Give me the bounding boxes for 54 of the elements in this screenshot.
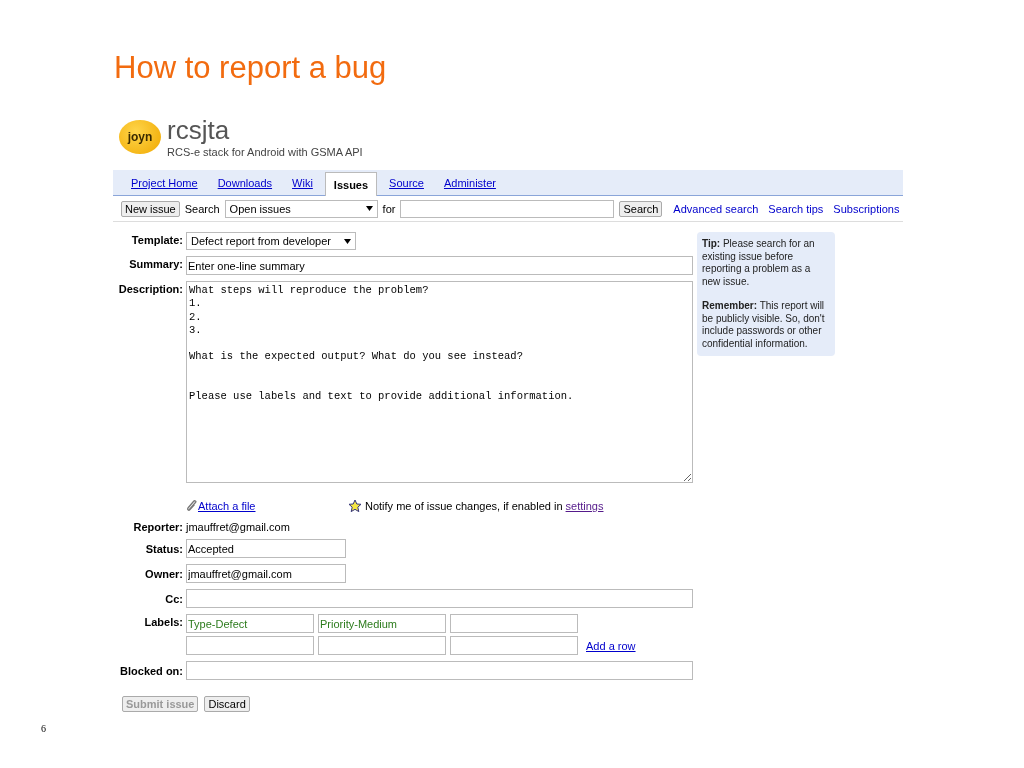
nav-tab[interactable]: Downloads <box>209 177 281 195</box>
add-row-link[interactable]: Add a row <box>586 639 636 652</box>
nav-tab[interactable]: Project Home <box>123 177 206 195</box>
template-dropdown[interactable]: Defect report from developer <box>186 232 356 250</box>
search-link[interactable]: Advanced search <box>673 202 759 215</box>
field-label: Labels: <box>143 615 183 628</box>
search-button[interactable]: Search <box>619 200 663 217</box>
label-field[interactable] <box>450 636 578 655</box>
tip-text: Tip: Please search for an existing issue before reporting a problem as a new issue. <box>702 238 816 288</box>
owner-field[interactable]: jmauffret@gmail.com <box>186 564 346 583</box>
search-label: Search <box>184 202 220 215</box>
for-label: for <box>382 202 396 215</box>
page-number: 6 <box>41 723 46 734</box>
blocked-on-field[interactable] <box>186 661 693 680</box>
cc-field[interactable] <box>186 589 693 608</box>
label-field[interactable]: Type-Defect <box>186 614 314 633</box>
summary-field[interactable]: Enter one-line summary <box>186 256 693 275</box>
field-label: Blocked on: <box>119 664 183 677</box>
paperclip-icon <box>186 500 198 512</box>
scope-dropdown[interactable]: Open issues <box>224 199 378 218</box>
star-icon[interactable] <box>348 499 362 513</box>
caret-icon <box>344 238 351 244</box>
field-label: Description: <box>117 282 183 295</box>
field-label: Summary: <box>128 257 183 270</box>
logo: joyn <box>119 120 161 154</box>
nav-tab[interactable]: Source <box>381 177 432 195</box>
nav-tab[interactable]: Administer <box>435 177 504 195</box>
field-label: Status: <box>144 542 183 555</box>
nav-tab[interactable]: Wiki <box>284 177 321 195</box>
search-link[interactable]: Subscriptions <box>833 202 900 215</box>
label-field[interactable] <box>318 636 446 655</box>
field-label: Cc: <box>164 592 183 605</box>
project-summary: RCS-e stack for Android with GSMA API <box>167 146 363 158</box>
label-field[interactable] <box>450 614 578 633</box>
form-button[interactable]: Discard <box>204 696 250 712</box>
reminder-text: Remember: This report will be publicly visible. So, don't include passwords or other confidential information. <box>702 300 826 350</box>
project-name: rcsjta <box>167 116 231 144</box>
field-label: Reporter: <box>132 520 183 533</box>
label-field[interactable]: Priority-Medium <box>318 614 446 633</box>
search-field[interactable] <box>400 199 615 218</box>
search-link[interactable]: Search tips <box>768 202 824 215</box>
label-field[interactable] <box>186 636 314 655</box>
nav-tab[interactable]: Issues <box>324 172 378 196</box>
notify-text: Notify me of issue changes, if enabled in settings <box>365 500 604 512</box>
slide-title: How to report a bug <box>114 50 387 86</box>
field-label: Owner: <box>144 567 183 580</box>
description-field[interactable]: What steps will reproduce the problem? 1. 2. 3. What is the expected output? What do you see instead? Please use labels and text to provide additional information. <box>186 281 693 483</box>
attach-file-link[interactable]: Attach a file <box>198 500 256 512</box>
status-field[interactable]: Accepted <box>186 539 346 558</box>
new-issue-button[interactable]: New issue <box>121 200 180 217</box>
settings-link[interactable]: settings <box>565 500 604 512</box>
caret-icon <box>365 206 373 211</box>
field-label: Template: <box>130 233 183 246</box>
reporter-value: jmauffret@gmail.com <box>186 520 291 533</box>
